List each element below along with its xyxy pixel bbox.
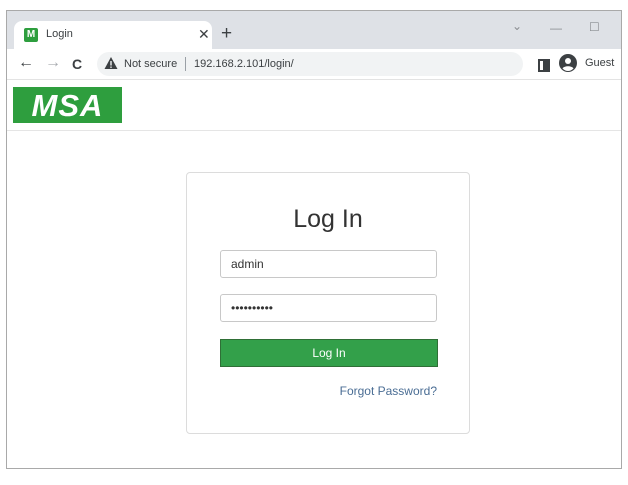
login-card: Log In Log In Forgot Password?	[186, 172, 470, 434]
svg-text:MSA: MSA	[32, 88, 104, 123]
tab-strip: M Login ✕ + ⌄ — ☐	[7, 11, 621, 49]
browser-toolbar: ← → C Not secure 192.168.2.101/login/ Gu…	[7, 49, 621, 80]
page-content: MSA Log In Log In Forgot Password?	[7, 80, 621, 468]
warning-triangle-icon[interactable]	[104, 56, 118, 70]
maximize-icon[interactable]: ☐	[589, 20, 600, 34]
login-button[interactable]: Log In	[220, 339, 438, 367]
username-field[interactable]	[220, 250, 437, 278]
omnibox-divider	[185, 57, 186, 71]
address-bar[interactable]: Not secure 192.168.2.101/login/	[97, 52, 523, 76]
forward-arrow-icon[interactable]: →	[45, 54, 61, 72]
url-text[interactable]: 192.168.2.101/login/	[194, 58, 294, 70]
msa-logo[interactable]: MSA	[13, 87, 122, 123]
login-title: Log In	[293, 205, 363, 233]
password-field[interactable]	[220, 294, 437, 322]
tab-login[interactable]: M Login ✕	[14, 21, 212, 49]
reload-icon[interactable]: C	[72, 55, 82, 73]
browser-window: M Login ✕ + ⌄ — ☐ ← → C Not secure 192.1…	[6, 10, 622, 469]
security-status-label[interactable]: Not secure	[124, 58, 177, 70]
back-arrow-icon[interactable]: ←	[18, 54, 34, 72]
tab-search-icon[interactable]: ⌄	[512, 19, 522, 33]
side-panel-icon[interactable]	[538, 59, 550, 72]
site-header: MSA	[7, 80, 621, 131]
profile-avatar-icon[interactable]	[559, 54, 577, 72]
tab-close-icon[interactable]: ✕	[198, 26, 210, 42]
minimize-icon[interactable]: —	[550, 21, 562, 35]
new-tab-button[interactable]: +	[221, 24, 232, 44]
msa-favicon-icon: M	[24, 28, 38, 42]
tab-title: Login	[46, 28, 73, 40]
forgot-password-link[interactable]: Forgot Password?	[340, 384, 437, 398]
profile-label[interactable]: Guest	[585, 57, 614, 69]
